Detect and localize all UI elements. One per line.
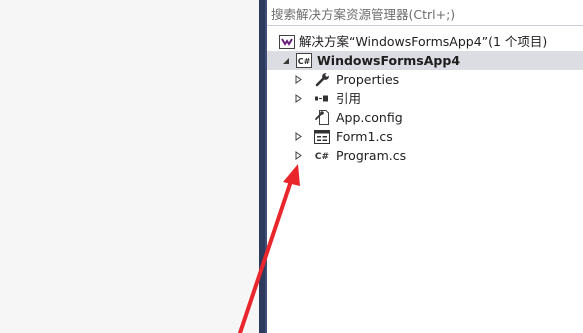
tree-item-program[interactable]: C# Program.cs — [267, 146, 583, 165]
item-label: Program.cs — [336, 148, 407, 163]
wrench-icon — [314, 72, 330, 87]
references-icon — [314, 91, 330, 106]
collapsed-arrow-icon[interactable] — [292, 146, 304, 165]
form-icon — [314, 129, 330, 144]
editor-area — [0, 0, 259, 333]
csharp-file-icon: C# — [314, 148, 330, 163]
project-label: WindowsFormsApp4 — [317, 53, 461, 68]
search-box[interactable] — [267, 2, 583, 26]
collapsed-arrow-icon[interactable] — [292, 89, 304, 108]
tree-item-properties[interactable]: Properties — [267, 70, 583, 89]
csharp-project-icon: C# — [296, 53, 312, 68]
solution-icon — [279, 34, 295, 49]
svg-text:C#: C# — [298, 57, 311, 66]
item-label: Form1.cs — [336, 129, 393, 144]
search-input[interactable] — [271, 5, 571, 23]
collapsed-arrow-icon[interactable] — [292, 127, 304, 146]
tree-node-solution[interactable]: 解决方案“WindowsFormsApp4”(1 个项目) — [267, 32, 583, 51]
tree-item-app-config[interactable]: App.config — [267, 108, 583, 127]
svg-text:C#: C# — [315, 152, 329, 162]
expanded-arrow-icon[interactable] — [280, 51, 292, 70]
tree-item-references[interactable]: 引用 — [267, 89, 583, 108]
solution-explorer: 解决方案“WindowsFormsApp4”(1 个项目) C# Windows… — [267, 0, 583, 333]
tree-node-project[interactable]: C# WindowsFormsApp4 — [267, 51, 583, 70]
item-label: Properties — [336, 72, 400, 87]
pane-splitter[interactable] — [259, 0, 267, 333]
config-file-icon — [314, 110, 330, 125]
collapsed-arrow-icon[interactable] — [292, 70, 304, 89]
item-label: 引用 — [336, 91, 362, 106]
solution-label: 解决方案“WindowsFormsApp4”(1 个项目) — [299, 34, 548, 49]
item-label: App.config — [336, 110, 403, 125]
solution-tree: 解决方案“WindowsFormsApp4”(1 个项目) C# Windows… — [267, 32, 583, 165]
tree-item-form1[interactable]: Form1.cs — [267, 127, 583, 146]
